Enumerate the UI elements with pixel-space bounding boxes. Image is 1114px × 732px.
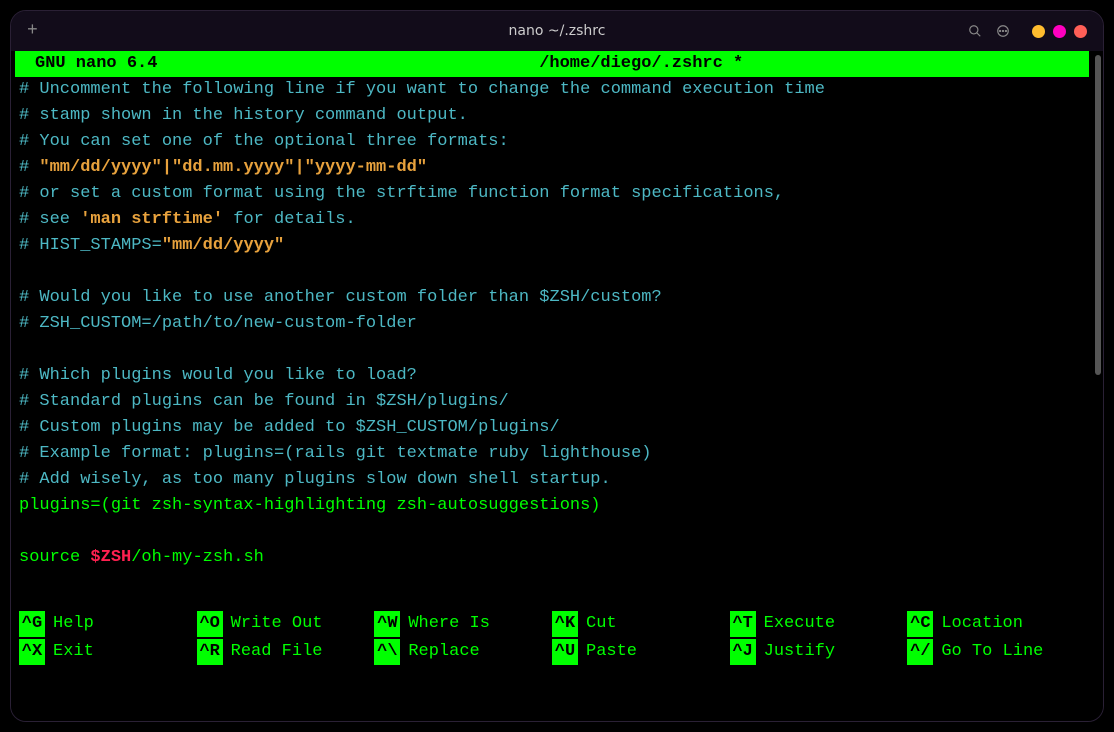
nano-version: GNU nano 6.4 bbox=[19, 51, 157, 77]
editor-line: plugins=(git zsh-syntax-highlighting zsh… bbox=[19, 496, 601, 515]
search-icon[interactable] bbox=[968, 24, 982, 38]
shortcut-paste[interactable]: ^UPaste bbox=[552, 639, 730, 665]
nano-header: GNU nano 6.4 /home/diego/.zshrc * bbox=[15, 51, 1089, 77]
editor-line: # Standard plugins can be found in $ZSH/… bbox=[19, 392, 509, 411]
terminal-area[interactable]: GNU nano 6.4 /home/diego/.zshrc * # Unco… bbox=[11, 51, 1103, 721]
titlebar-controls bbox=[968, 24, 1087, 38]
shortcut-location[interactable]: ^CLocation bbox=[907, 611, 1085, 637]
editor-line: # or set a custom format using the strft… bbox=[19, 184, 784, 203]
editor-line: /oh-my-zsh.sh bbox=[131, 548, 264, 567]
shortcut-go-to-line[interactable]: ^/Go To Line bbox=[907, 639, 1085, 665]
editor-line: # ZSH_CUSTOM=/path/to/new-custom-folder bbox=[19, 314, 417, 333]
nano-shortcuts-row-2: ^XExit ^RRead File ^\Replace ^UPaste ^JJ… bbox=[15, 639, 1089, 667]
shortcut-exit[interactable]: ^XExit bbox=[19, 639, 197, 665]
terminal-content: GNU nano 6.4 /home/diego/.zshrc * # Unco… bbox=[11, 51, 1093, 721]
editor-line: # see bbox=[19, 210, 80, 229]
editor-line: "mm/dd/yyyy"|"dd.mm.yyyy"|"yyyy-mm-dd" bbox=[39, 158, 427, 177]
editor-line: # bbox=[19, 158, 39, 177]
nano-filename: /home/diego/.zshrc * bbox=[157, 51, 1085, 77]
editor-line: source bbox=[19, 548, 90, 567]
titlebar: + nano ~/.zshrc bbox=[11, 11, 1103, 51]
editor-line: "mm/dd/yyyy" bbox=[162, 236, 284, 255]
shortcut-read-file[interactable]: ^RRead File bbox=[197, 639, 375, 665]
shortcut-where-is[interactable]: ^WWhere Is bbox=[374, 611, 552, 637]
editor-line: # You can set one of the optional three … bbox=[19, 132, 509, 151]
editor-line: # Custom plugins may be added to $ZSH_CU… bbox=[19, 418, 560, 437]
shortcut-write-out[interactable]: ^OWrite Out bbox=[197, 611, 375, 637]
editor-line: # Which plugins would you like to load? bbox=[19, 366, 417, 385]
maximize-button[interactable] bbox=[1053, 25, 1066, 38]
editor-line: $ZSH bbox=[90, 548, 131, 567]
terminal-window: + nano ~/.zshrc GNU nano 6.4 /home/diego… bbox=[10, 10, 1104, 722]
editor-line: # Uncomment the following line if you wa… bbox=[19, 80, 825, 99]
shortcut-execute[interactable]: ^TExecute bbox=[730, 611, 908, 637]
shortcut-help[interactable]: ^GHelp bbox=[19, 611, 197, 637]
editor-line: for details. bbox=[223, 210, 356, 229]
editor-line: # Example format: plugins=(rails git tex… bbox=[19, 444, 652, 463]
new-tab-button[interactable]: + bbox=[27, 21, 38, 41]
shortcut-replace[interactable]: ^\Replace bbox=[374, 639, 552, 665]
scrollbar-thumb[interactable] bbox=[1095, 55, 1101, 375]
shortcut-cut[interactable]: ^KCut bbox=[552, 611, 730, 637]
nano-shortcuts-row-1: ^GHelp ^OWrite Out ^WWhere Is ^KCut ^TEx… bbox=[15, 611, 1089, 639]
minimize-button[interactable] bbox=[1032, 25, 1045, 38]
close-button[interactable] bbox=[1074, 25, 1087, 38]
scrollbar[interactable] bbox=[1093, 51, 1103, 721]
shortcut-justify[interactable]: ^JJustify bbox=[730, 639, 908, 665]
editor-line: # HIST_STAMPS= bbox=[19, 236, 162, 255]
menu-icon[interactable] bbox=[996, 24, 1010, 38]
editor-line: # stamp shown in the history command out… bbox=[19, 106, 468, 125]
editor-line: # Would you like to use another custom f… bbox=[19, 288, 662, 307]
window-title: nano ~/.zshrc bbox=[509, 23, 606, 39]
traffic-lights bbox=[1032, 25, 1087, 38]
editor-line: # Add wisely, as too many plugins slow d… bbox=[19, 470, 611, 489]
editor-line: 'man strftime' bbox=[80, 210, 223, 229]
